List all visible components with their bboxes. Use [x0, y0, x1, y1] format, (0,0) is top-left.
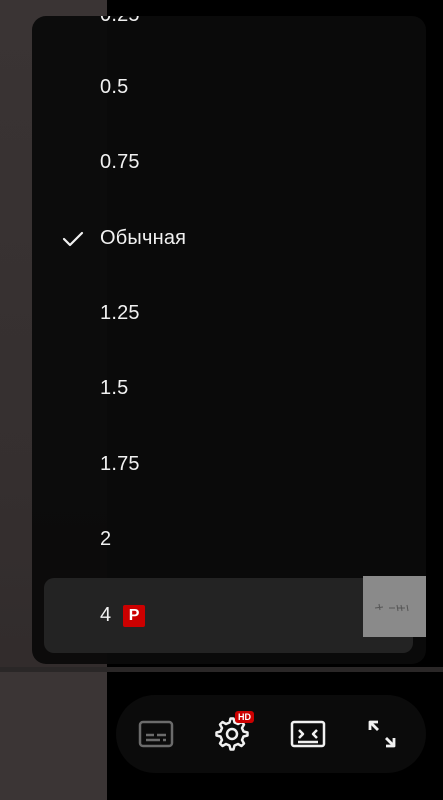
speed-option-2[interactable]: 2 — [44, 502, 413, 577]
video-frame-bottom — [0, 672, 107, 800]
preview-thumbnail — [363, 576, 426, 637]
speed-option-normal[interactable]: Обычная — [44, 201, 413, 276]
settings-button[interactable]: HD — [208, 710, 256, 758]
premium-badge: P — [123, 604, 146, 627]
theater-mode-button[interactable] — [284, 710, 332, 758]
speed-option-label: 2 — [100, 528, 112, 550]
check-icon — [62, 231, 84, 246]
speed-option-label: 1.5 — [100, 377, 129, 399]
speed-option-label: Обычная — [100, 227, 187, 249]
speed-option-label: 4 — [100, 604, 112, 626]
speed-option-label: 0.75 — [100, 151, 140, 173]
fullscreen-button[interactable] — [358, 710, 406, 758]
player-control-bar: HD — [116, 695, 426, 773]
speed-option-1.75[interactable]: 1.75 — [44, 427, 413, 502]
fullscreen-icon — [368, 720, 396, 748]
subtitles-button[interactable] — [132, 710, 180, 758]
speed-option-0.75[interactable]: 0.75 — [44, 125, 413, 200]
speed-option-label: 1.25 — [100, 302, 140, 324]
speed-option-label-wrap: 4 P — [100, 604, 146, 627]
speed-option-label: 0.5 — [100, 76, 129, 98]
video-player: 0.25 0.5 0.75 Обычная 1.25 1.5 1.75 2 4 — [0, 0, 443, 800]
hd-badge: HD — [235, 711, 254, 723]
speed-option-4[interactable]: 4 P — [44, 578, 413, 653]
playback-speed-menu: 0.25 0.5 0.75 Обычная 1.25 1.5 1.75 2 4 — [32, 16, 426, 664]
speed-option-1.25[interactable]: 1.25 — [44, 276, 413, 351]
speed-option-0.5[interactable]: 0.5 — [44, 50, 413, 125]
subtitles-icon — [138, 720, 174, 748]
signature-scribble-icon — [374, 603, 408, 611]
speed-option-0.25[interactable]: 0.25 — [44, 16, 413, 53]
speed-option-label: 1.75 — [100, 453, 140, 475]
theater-mode-icon — [290, 720, 326, 748]
speed-option-1.5[interactable]: 1.5 — [44, 351, 413, 426]
speed-option-label: 0.25 — [100, 16, 140, 27]
